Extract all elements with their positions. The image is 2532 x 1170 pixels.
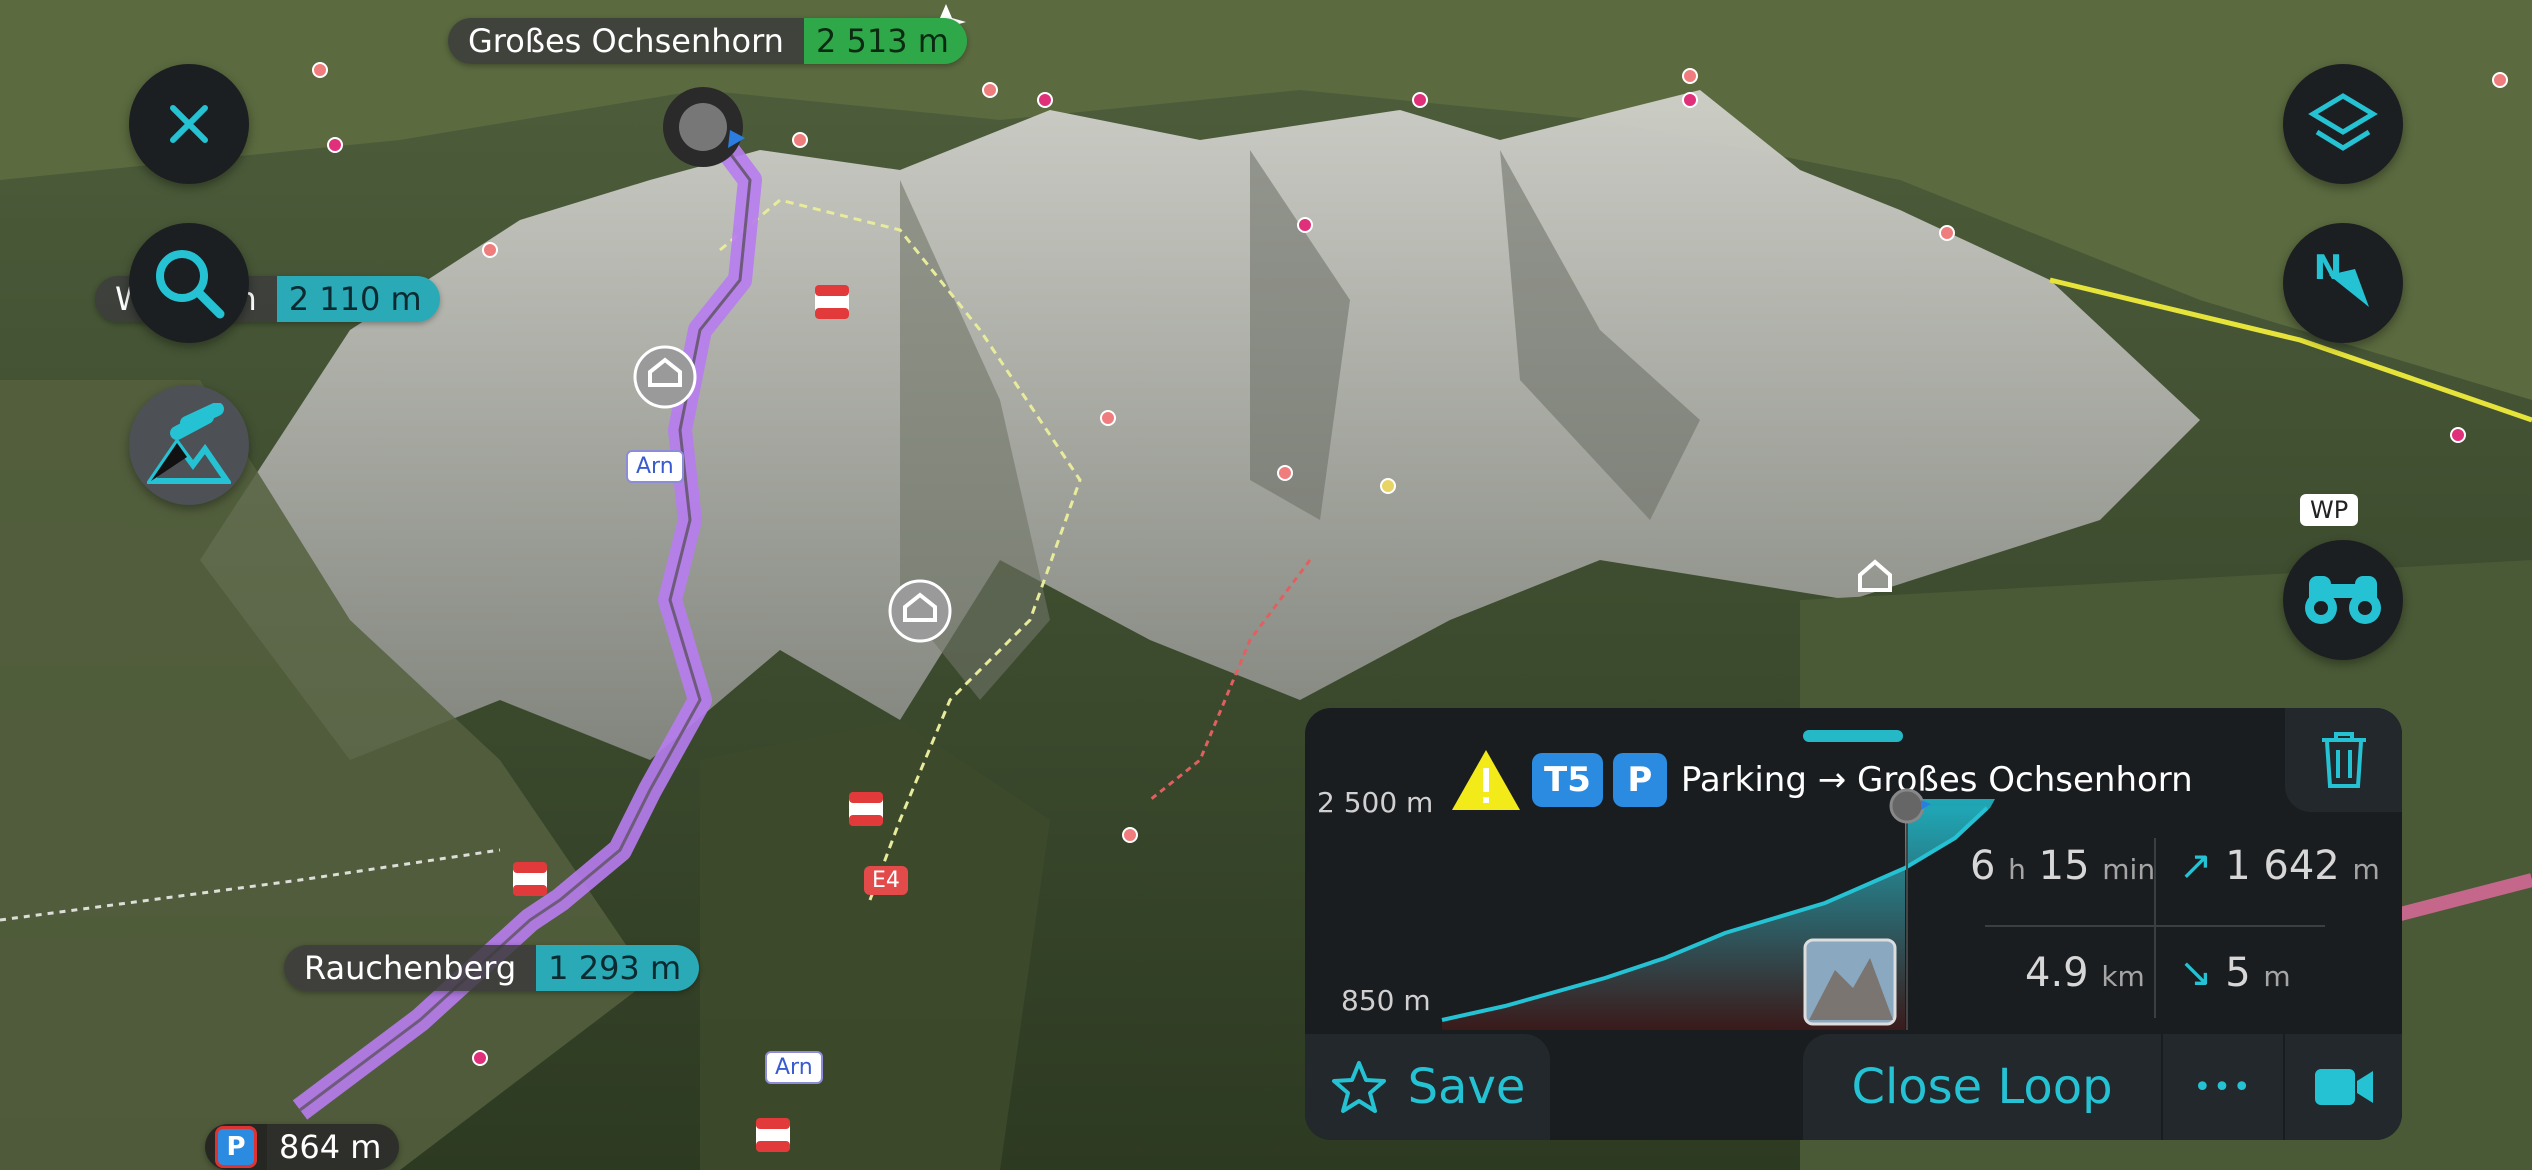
route-title: Parking → Großes Ochsenhorn — [1680, 760, 2193, 800]
difficulty-badge: T5 — [1532, 753, 1603, 807]
elevation-min-label: 850 m — [1341, 984, 1431, 1017]
summit-name: Großes Ochsenhorn — [448, 18, 804, 64]
save-button[interactable]: Save — [1305, 1034, 1550, 1140]
distance-stat: 4.9 km — [2025, 950, 2145, 996]
close-loop-label: Close Loop — [1851, 1059, 2113, 1115]
more-options-button[interactable]: ••• — [2163, 1034, 2283, 1140]
ascent-icon: ↗ — [2179, 843, 2213, 889]
route-tag-e4: E4 — [864, 866, 908, 895]
distance-unit: km — [2101, 960, 2145, 993]
trash-icon — [2321, 732, 2366, 788]
terrain-button[interactable] — [129, 385, 249, 505]
parking-label[interactable]: P 864 m — [205, 1124, 400, 1170]
layers-button[interactable] — [2283, 64, 2403, 184]
descent-value: 5 — [2225, 950, 2251, 996]
duration-hours: 6 — [1970, 843, 1996, 889]
trail-tag-arn-village: Arn — [765, 1051, 823, 1084]
distance-value: 4.9 — [2025, 950, 2089, 996]
warning-icon — [1452, 750, 1520, 810]
ascent-stat: ↗ 1 642 m — [2179, 843, 2380, 889]
compass-button[interactable]: N — [2283, 223, 2403, 343]
close-icon — [170, 105, 208, 143]
route-title-row: T5 P Parking → Großes Ochsenhorn — [1450, 750, 2193, 810]
search-icon — [156, 250, 225, 319]
drag-handle[interactable] — [1803, 730, 1903, 742]
video-flyover-button[interactable] — [2285, 1034, 2402, 1140]
binoculars-button[interactable] — [2283, 540, 2403, 660]
parking-icon: P — [215, 1126, 257, 1168]
duration-minutes-unit: min — [2102, 853, 2156, 886]
rauchenberg-altitude: 1 293 m — [536, 945, 700, 991]
rauchenberg-label[interactable]: Rauchenberg 1 293 m — [284, 945, 700, 991]
delete-route-button[interactable] — [2285, 708, 2402, 812]
video-camera-icon — [2314, 1069, 2373, 1105]
layers-icon — [2308, 93, 2378, 151]
route-panel[interactable]: T5 P Parking → Großes Ochsenhorn 2 500 m… — [1305, 708, 2402, 1140]
more-icon: ••• — [2193, 1069, 2253, 1105]
search-button[interactable] — [129, 223, 249, 343]
descent-unit: m — [2263, 960, 2291, 993]
ascent-unit: m — [2352, 853, 2380, 886]
descent-icon: ↘ — [2179, 950, 2213, 996]
duration-stat: 6 h 15 min — [1970, 843, 2155, 889]
save-label: Save — [1407, 1059, 1526, 1115]
descent-stat: ↘ 5 m — [2179, 950, 2291, 996]
parking-marker: P — [205, 1124, 267, 1170]
compass-north-label: N — [2313, 248, 2343, 288]
duration-minutes: 15 — [2038, 843, 2090, 889]
rauchenberg-name: Rauchenberg — [284, 945, 537, 991]
wp-tag: WP — [2300, 494, 2359, 526]
close-loop-button[interactable]: Close Loop — [1803, 1034, 2161, 1140]
terrain-icon — [147, 403, 231, 484]
binoculars-icon — [2305, 576, 2381, 624]
close-button[interactable] — [129, 64, 249, 184]
star-icon — [1331, 1061, 1386, 1113]
parking-badge: P — [1612, 753, 1667, 807]
peak-left-altitude: 2 110 m — [276, 276, 440, 322]
trail-tag-arn: Arn — [626, 450, 684, 483]
ascent-value: 1 642 — [2225, 843, 2340, 889]
duration-hours-unit: h — [2008, 853, 2026, 886]
summit-label[interactable]: Großes Ochsenhorn 2 513 m — [448, 18, 967, 64]
parking-altitude: 864 m — [267, 1124, 400, 1170]
elevation-max-label: 2 500 m — [1317, 786, 1434, 819]
summit-altitude: 2 513 m — [803, 18, 967, 64]
